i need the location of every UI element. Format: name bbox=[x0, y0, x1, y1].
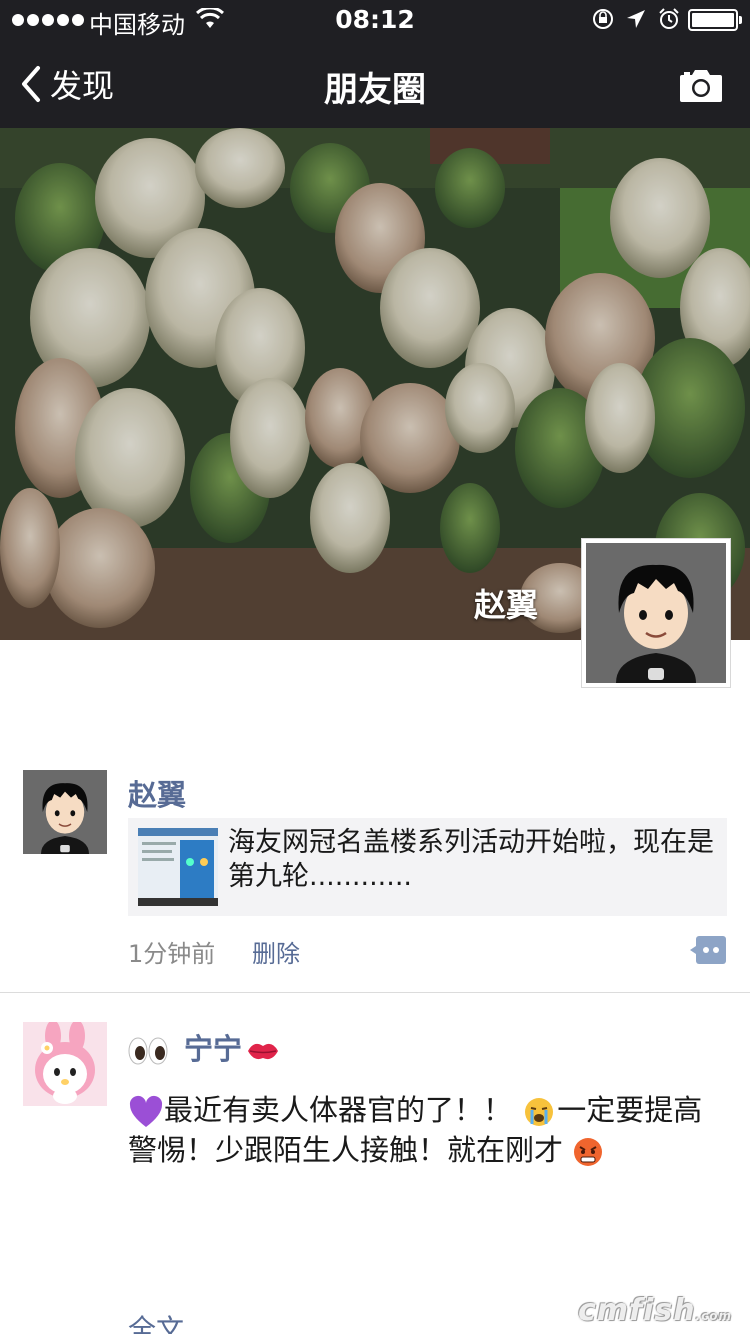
alarm-icon bbox=[659, 8, 679, 29]
camera-icon[interactable] bbox=[678, 66, 724, 104]
comment-more-icon[interactable] bbox=[690, 936, 726, 964]
moment-post: 宁宁 最近有卖人体器官的了！！ 一定要提高警惕！少跟陌生人接触！就在刚才 全文 bbox=[0, 1022, 750, 1334]
delete-post-link[interactable]: 删除 bbox=[252, 934, 300, 969]
post-author-name-text: 宁宁 bbox=[184, 1032, 243, 1066]
page-title: 朋友圈 bbox=[324, 70, 426, 110]
rotation-lock-icon bbox=[593, 9, 613, 29]
cartoon-avatar-icon bbox=[586, 543, 726, 683]
moments-screen: 中国移动 08:12 发现 朋友圈 赵翼 赵翼 海友网冠名盖楼系列活动开始啦，现… bbox=[0, 0, 750, 1334]
battery-icon bbox=[688, 9, 742, 31]
post-author-avatar[interactable] bbox=[23, 770, 107, 854]
eyes-emoji-icon bbox=[128, 1037, 168, 1065]
crying-face-emoji-icon bbox=[525, 1098, 554, 1126]
angry-face-emoji-icon bbox=[574, 1138, 603, 1166]
my-avatar[interactable] bbox=[581, 538, 731, 688]
post-timestamp: 1分钟前 bbox=[128, 940, 216, 968]
post-body: 最近有卖人体器官的了！！ 一定要提高警惕！少跟陌生人接触！就在刚才 bbox=[128, 1090, 718, 1170]
pink-bunny-avatar-icon bbox=[23, 1022, 107, 1106]
shared-link-card[interactable]: 海友网冠名盖楼系列活动开始啦，现在是第九轮............ bbox=[128, 818, 727, 916]
status-bar: 中国移动 08:12 bbox=[0, 0, 750, 40]
link-title: 海友网冠名盖楼系列活动开始啦，现在是第九轮............ bbox=[228, 827, 714, 892]
cover-user-name: 赵翼 bbox=[473, 586, 538, 624]
top-bar: 中国移动 08:12 发现 朋友圈 bbox=[0, 0, 750, 128]
moment-post: 赵翼 海友网冠名盖楼系列活动开始啦，现在是第九轮............ 1分钟… bbox=[0, 770, 750, 980]
link-thumbnail bbox=[138, 828, 218, 906]
post-author-name[interactable]: 赵翼 bbox=[128, 772, 186, 814]
post-author-avatar[interactable] bbox=[23, 1022, 107, 1106]
site-watermark: cmfish.com bbox=[577, 1293, 732, 1328]
purple-heart-emoji-icon bbox=[129, 1095, 163, 1127]
post-divider bbox=[0, 992, 750, 993]
location-arrow-icon bbox=[627, 10, 645, 28]
expand-full-text-link[interactable]: 全文 bbox=[128, 1308, 184, 1334]
cartoon-avatar-icon bbox=[23, 770, 107, 854]
screenshot-thumbnail-icon bbox=[138, 828, 218, 906]
post-author-name[interactable]: 宁宁 bbox=[128, 1026, 280, 1068]
kiss-lips-emoji-icon bbox=[248, 1043, 279, 1060]
post-text-part-1: 最近有卖人体器官的了！！ bbox=[164, 1093, 513, 1127]
